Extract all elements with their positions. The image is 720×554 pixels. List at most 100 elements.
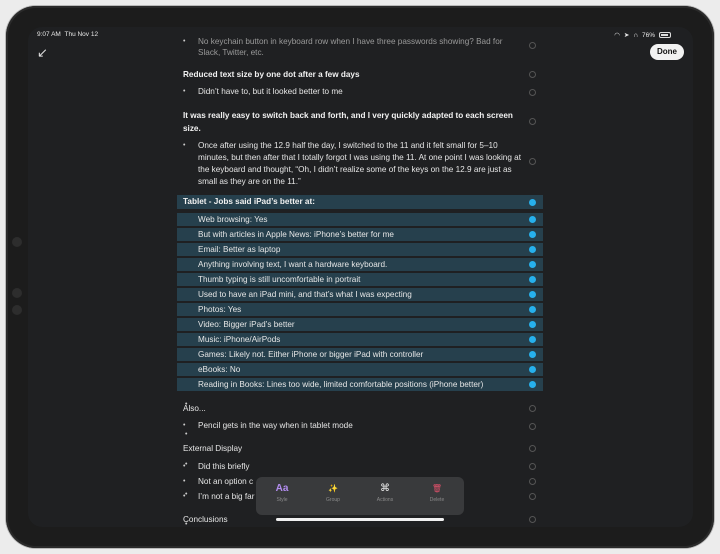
arrow-down-left-icon[interactable]: ↙: [37, 46, 51, 60]
select-circle[interactable]: [529, 42, 536, 49]
list-item-selected[interactable]: Anything involving text, I want a hardwa…: [177, 258, 543, 501]
list-item[interactable]: No keychain button in keyboard row when …: [175, 36, 542, 60]
item-text: Didn’t have to, but it looked better to …: [198, 87, 343, 96]
heading-text: It was really easy to switch back and fo…: [183, 111, 513, 120]
camera-dot: [12, 237, 22, 247]
list-item[interactable]: Did this briefly: [175, 461, 542, 473]
list-item[interactable]: Didn’t have to, but it looked better to …: [175, 86, 542, 98]
item-text: Video: Bigger iPad’s better: [198, 320, 295, 329]
item-text: Web browsing: Yes: [198, 215, 268, 224]
list-heading[interactable]: It was really easy to switch back and fo…: [175, 110, 542, 136]
select-circle[interactable]: [529, 89, 536, 96]
list-heading[interactable]: Also...: [175, 403, 542, 415]
trash-icon: 🗑: [431, 484, 443, 493]
select-circle[interactable]: [529, 463, 536, 470]
list-item-selected[interactable]: Web browsing: Yes: [177, 213, 543, 411]
list-item-selected[interactable]: Thumb typing is still uncomfortable in p…: [177, 273, 543, 527]
status-time: 9:07 AM Thu Nov 12: [37, 31, 98, 38]
item-text: Not an option c: [198, 477, 254, 486]
item-text: Used to have an iPad mini, and that’s wh…: [198, 290, 412, 299]
location-icon: ➤: [623, 32, 630, 39]
select-circle[interactable]: [529, 478, 536, 485]
style-button[interactable]: Aa Style: [262, 483, 302, 503]
headphones-icon: ∩: [633, 31, 638, 39]
battery-icon: [659, 32, 671, 38]
select-circle[interactable]: [529, 118, 536, 125]
list-item-selected[interactable]: Video: Bigger iPad’s better: [177, 318, 543, 331]
select-circle[interactable]: [529, 516, 536, 523]
date: Thu Nov 12: [64, 31, 99, 38]
select-circle[interactable]: [529, 445, 536, 452]
battery-percent: 76%: [641, 31, 655, 39]
select-circle[interactable]: [529, 405, 536, 412]
status-indicators: ◠ ➤ ∩ 76%: [614, 31, 671, 39]
heading-text: Conclusions: [183, 515, 228, 524]
item-text: But with articles in Apple News: iPhone’…: [198, 230, 394, 239]
list-heading[interactable]: External Display: [175, 443, 542, 455]
item-text: minutes, but then after that I totally f…: [198, 153, 521, 162]
list-heading[interactable]: Reduced text size by one dot after a few…: [175, 69, 542, 81]
select-circle-checked[interactable]: [529, 261, 536, 268]
list-item-selected[interactable]: But with articles in Apple News: iPhone’…: [177, 228, 543, 441]
list-item-selected[interactable]: eBooks: No: [177, 363, 543, 376]
select-circle-checked[interactable]: [529, 276, 536, 283]
group-button[interactable]: ✨ Group: [313, 483, 353, 503]
list-item[interactable]: Once after using the 12.9 half the day, …: [175, 140, 542, 188]
heading-text: External Display: [183, 444, 243, 453]
select-circle[interactable]: [529, 493, 536, 500]
side-button-2: [12, 305, 22, 315]
style-label: Style: [276, 497, 288, 503]
wifi-icon: ◠: [614, 32, 620, 39]
select-circle-checked[interactable]: [529, 246, 536, 253]
delete-label: Delete: [429, 497, 445, 503]
select-circle-checked[interactable]: [529, 306, 536, 313]
list-item-selected[interactable]: Games: Likely not. Either iPhone or bigg…: [177, 348, 543, 361]
list-item-selected[interactable]: Email: Better as laptop: [177, 243, 543, 471]
select-circle-checked[interactable]: [529, 351, 536, 358]
item-text: Email: Better as laptop: [198, 245, 281, 254]
select-circle-checked[interactable]: [529, 336, 536, 343]
heading-text: Tablet - Jobs said iPad’s better at:: [183, 197, 315, 206]
style-icon: Aa: [275, 483, 289, 494]
select-circle-checked[interactable]: [529, 231, 536, 238]
item-text: Games: Likely not. Either iPhone or bigg…: [198, 350, 424, 359]
item-text: Music: iPhone/AirPods: [198, 335, 281, 344]
select-circle-checked[interactable]: [529, 381, 536, 388]
select-circle[interactable]: [529, 423, 536, 430]
item-text: Reading in Books: Lines too wide, limite…: [198, 380, 484, 389]
list-item-selected[interactable]: Reading in Books: Lines too wide, limite…: [177, 378, 543, 391]
heading-text: Reduced text size by one dot after a few…: [183, 70, 360, 79]
select-circle-checked[interactable]: [529, 366, 536, 373]
item-text: Slack, Twitter, etc.: [198, 48, 264, 57]
time: 9:07 AM: [37, 31, 61, 38]
list-item-selected[interactable]: Music: iPhone/AirPods: [177, 333, 543, 346]
actions-label: Actions: [376, 497, 394, 503]
bottom-toolbar: Aa Style ✨ Group ⌘ Actions 🗑 Delete: [256, 477, 464, 515]
item-text: I’m not a big far: [198, 492, 255, 501]
list-heading-selected[interactable]: Tablet - Jobs said iPad’s better at:: [177, 195, 543, 209]
select-circle-checked[interactable]: [529, 199, 536, 206]
item-text: Anything involving text, I want a hardwa…: [198, 260, 388, 269]
done-button[interactable]: Done: [650, 44, 684, 60]
item-text: eBooks: No: [198, 365, 241, 374]
item-text: small as they are on the 11.”: [198, 177, 301, 186]
item-text: the keyboard and thought, “Oh, I didn’t …: [198, 165, 512, 174]
list-item-selected[interactable]: Used to have an iPad mini, and that’s wh…: [177, 288, 543, 301]
item-text: Pencil gets in the way when in tablet mo…: [198, 421, 353, 430]
select-circle-checked[interactable]: [529, 291, 536, 298]
item-text: Thumb typing is still uncomfortable in p…: [198, 275, 361, 284]
select-circle[interactable]: [529, 71, 536, 78]
item-text: Did this briefly: [198, 462, 250, 471]
list-item-selected[interactable]: Photos: Yes: [177, 303, 543, 316]
select-circle-checked[interactable]: [529, 216, 536, 223]
select-circle-checked[interactable]: [529, 321, 536, 328]
delete-button[interactable]: 🗑 Delete: [417, 483, 457, 503]
magic-wand-icon: ✨: [328, 484, 338, 493]
heading-text: size.: [183, 124, 201, 133]
list-item[interactable]: Pencil gets in the way when in tablet mo…: [175, 420, 542, 432]
select-circle[interactable]: [529, 158, 536, 165]
home-indicator: [276, 518, 444, 521]
item-text: Photos: Yes: [198, 305, 242, 314]
actions-button[interactable]: ⌘ Actions: [365, 483, 405, 503]
item-text: Once after using the 12.9 half the day, …: [198, 141, 498, 150]
